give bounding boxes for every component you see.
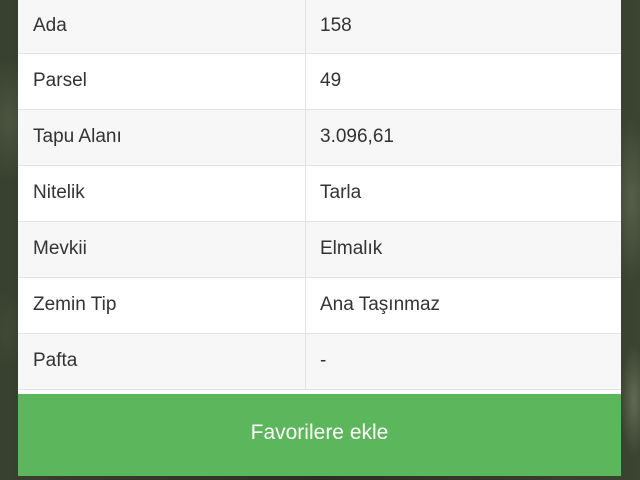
table-row: Nitelik Tarla	[18, 165, 621, 222]
row-key-nitelik: Nitelik	[18, 165, 306, 222]
table-row: Parsel 49	[18, 53, 621, 110]
add-to-favorites-button[interactable]: Favorilere ekle	[18, 394, 621, 476]
table-row: Tapu Alanı 3.096,61	[18, 109, 621, 166]
row-value-nitelik: Tarla	[305, 165, 621, 222]
table-row: Ada 158	[18, 0, 621, 54]
row-key-tapu-alani: Tapu Alanı	[18, 109, 306, 166]
row-key-ada: Ada	[18, 0, 306, 54]
row-value-mevkii: Elmalık	[305, 221, 621, 278]
table-row: Mevkii Elmalık	[18, 221, 621, 278]
add-to-favorites-label: Favorilere ekle	[250, 421, 389, 444]
row-value-parsel: 49	[305, 53, 621, 110]
row-key-pafta: Pafta	[18, 333, 306, 390]
parcel-info-panel: Ada 158 Parsel 49 Tapu Alanı 3.096,61 Ni…	[18, 0, 621, 476]
row-value-pafta: -	[305, 333, 621, 390]
parcel-info-table: Ada 158 Parsel 49 Tapu Alanı 3.096,61 Ni…	[18, 0, 621, 390]
row-value-tapu-alani: 3.096,61	[305, 109, 621, 166]
table-row: Zemin Tip Ana Taşınmaz	[18, 277, 621, 334]
table-row: Pafta -	[18, 333, 621, 390]
row-value-ada: 158	[305, 0, 621, 54]
row-key-mevkii: Mevkii	[18, 221, 306, 278]
row-key-zemin-tip: Zemin Tip	[18, 277, 306, 334]
row-value-zemin-tip: Ana Taşınmaz	[305, 277, 621, 334]
row-key-parsel: Parsel	[18, 53, 306, 110]
